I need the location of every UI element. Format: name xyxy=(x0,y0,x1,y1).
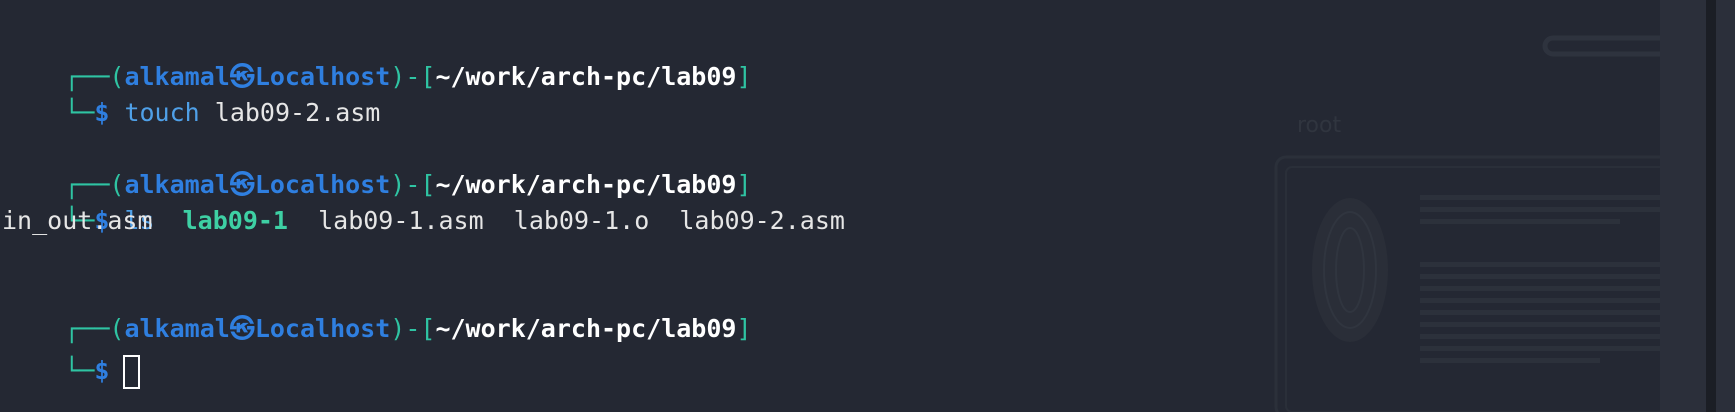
command-args: lab09-2.asm xyxy=(214,98,381,127)
text-cursor xyxy=(123,355,141,389)
prompt-host: Localhost xyxy=(254,314,391,343)
command-line-1: └─$ touch lab09-2.asm xyxy=(64,98,381,127)
command-name: touch xyxy=(124,98,200,127)
prompt-header-3: ┌──(alkamal㉿Localhost)-[~/work/arch-pc/l… xyxy=(64,314,752,343)
wallpaper-image: root xyxy=(1274,35,1660,412)
scrollbar-track[interactable] xyxy=(1660,0,1735,412)
prompt-at-icon: ㉿ xyxy=(229,170,255,199)
prompt-path: ~/work/arch-pc/lab09 xyxy=(435,62,737,91)
scrollbar-thumb[interactable] xyxy=(1706,0,1716,412)
prompt-header-1: ┌──(alkamal㉿Localhost)-[~/work/arch-pc/l… xyxy=(64,62,752,91)
prompt-dollar: $ xyxy=(94,98,110,127)
prompt-host: Localhost xyxy=(254,170,391,199)
ls-entry-executable: lab09-1 xyxy=(182,206,288,235)
prompt-path: ~/work/arch-pc/lab09 xyxy=(435,314,737,343)
wallpaper-root-text: root xyxy=(1297,113,1341,138)
ls-entry: in_out.asm xyxy=(2,206,153,235)
terminal-window[interactable]: root ┌──(alkamal㉿Localhost)-[~/work/arch… xyxy=(0,0,1735,412)
ls-output: in_out.asm lab09-1 lab09-1.asm lab09-1.o… xyxy=(2,203,845,239)
prompt-at-icon: ㉿ xyxy=(229,314,255,343)
ls-entry: lab09-1.o xyxy=(513,206,650,235)
prompt-header-2: ┌──(alkamal㉿Localhost)-[~/work/arch-pc/l… xyxy=(64,170,752,199)
command-line-2: └─$ ls xyxy=(64,206,155,235)
prompt-dollar: $ xyxy=(94,356,110,385)
ls-entry: lab09-2.asm xyxy=(679,206,845,235)
ls-entry: lab09-1.asm xyxy=(318,206,484,235)
command-line-3[interactable]: └─$ xyxy=(4,311,141,389)
prompt-path: ~/work/arch-pc/lab09 xyxy=(435,170,737,199)
